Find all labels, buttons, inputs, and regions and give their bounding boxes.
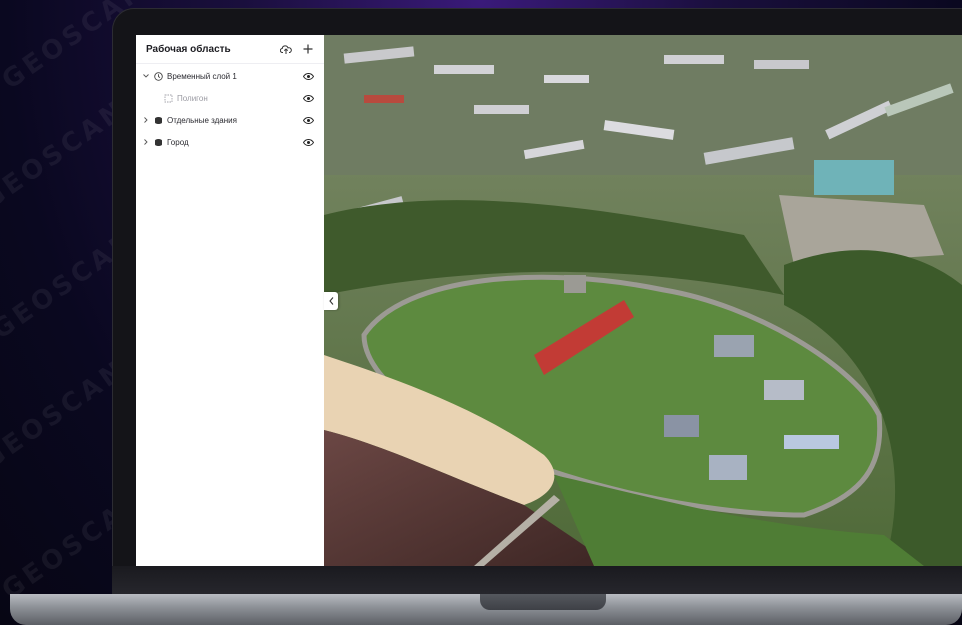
layer-item-temporary[interactable]: Временный слой 1 [136,65,324,87]
polygon-icon [163,93,173,103]
upload-cloud-icon[interactable] [280,43,292,55]
add-icon[interactable] [302,43,314,55]
layer-label: Отдельные здания [167,115,237,125]
app-screen: Рабочая область Временный слой 1 Полигон… [136,35,962,566]
eye-icon[interactable] [303,71,314,82]
laptop-bezel-bottom [112,566,962,594]
layer-label: Полигон [177,93,208,103]
eye-icon[interactable] [303,115,314,126]
eye-icon[interactable] [303,93,314,104]
building [784,435,839,449]
laptop-notch [480,594,606,610]
eye-icon[interactable] [303,137,314,148]
layer-label: Временный слой 1 [167,71,237,81]
workspace-panel: Рабочая область Временный слой 1 Полигон… [136,35,325,566]
chevron-down-icon[interactable] [142,74,150,78]
layer-item-city[interactable]: Город [136,131,324,153]
building [714,335,754,357]
layer-label: Город [167,137,189,147]
chevron-right-icon[interactable] [142,139,150,145]
building [664,415,699,437]
workspace-header: Рабочая область [136,35,324,64]
tower [564,275,586,293]
workspace-title: Рабочая область [146,43,231,55]
building [764,380,804,400]
collapse-panel-button[interactable] [324,292,338,310]
building [709,455,747,480]
layer-item-polygon[interactable]: Полигон [136,87,324,109]
layers-icon [153,137,163,147]
map-3d-view[interactable] [324,35,962,566]
layer-item-buildings[interactable]: Отдельные здания [136,109,324,131]
chevron-right-icon[interactable] [142,117,150,123]
aerial-scene [324,35,962,566]
clock-icon [153,71,163,81]
layers-icon [153,115,163,125]
